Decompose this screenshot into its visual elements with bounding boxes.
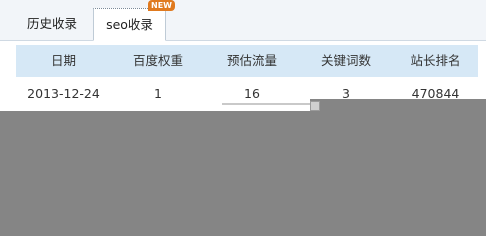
tab-seo-records[interactable]: seo收录 NEW (93, 0, 175, 41)
column-header-keyword-count: 关键词数 (320, 53, 371, 68)
table-cell-baidu-weight: 1 (154, 86, 162, 101)
table-cell-date: 2013-12-24 (27, 86, 100, 101)
table-header: 日期 百度权重 预估流量 关键词数 站长排名 (16, 45, 478, 77)
tab-seo-label: seo收录 (106, 17, 153, 32)
row-divider (222, 103, 314, 105)
column-header-webmaster-rank: 站长排名 (410, 53, 461, 68)
tab-history-records[interactable]: 历史收录 (12, 8, 92, 39)
gray-overlay (0, 111, 486, 236)
resize-handle[interactable] (310, 101, 320, 111)
new-badge: NEW (148, 0, 175, 11)
column-header-date: 日期 (50, 53, 76, 68)
column-header-estimated-traffic: 预估流量 (226, 53, 277, 68)
overlay-edge (310, 99, 486, 111)
table-cell-estimated-traffic: 16 (244, 86, 260, 101)
column-header-baidu-weight: 百度权重 (132, 53, 183, 68)
tab-bar: 历史收录 seo收录 NEW (0, 0, 486, 41)
